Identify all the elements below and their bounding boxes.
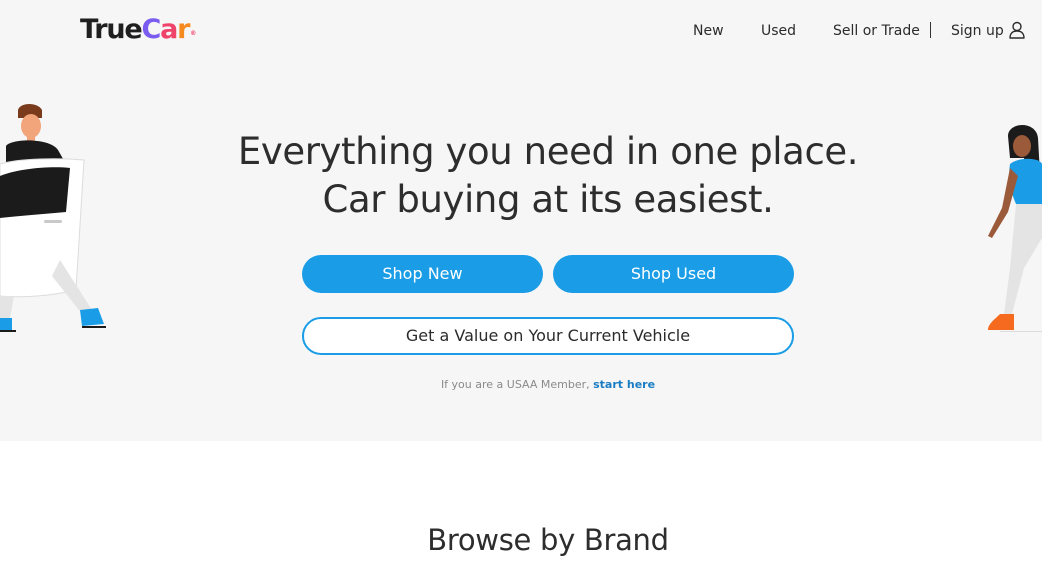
- headline-line-1: Everything you need in one place.: [237, 130, 859, 173]
- hero-section: TrueCar® New Used Sell or Trade Sign up: [0, 0, 1042, 441]
- nav-sign-up[interactable]: Sign up: [951, 20, 1004, 42]
- nav-new[interactable]: New: [693, 20, 724, 42]
- shop-used-button[interactable]: Shop Used: [553, 255, 794, 293]
- browse-by-brand-title: Browse by Brand: [427, 523, 669, 557]
- logo-r-letter: r: [177, 14, 190, 45]
- logo-registered-mark: ®: [190, 30, 196, 37]
- headline-line-2: Car buying at its easiest.: [322, 178, 774, 221]
- get-vehicle-value-button[interactable]: Get a Value on Your Current Vehicle: [302, 317, 794, 355]
- nav-used[interactable]: Used: [761, 20, 796, 42]
- logo-a-letter: a: [160, 14, 178, 45]
- nav-divider: [930, 22, 931, 38]
- man-with-car-door-illustration: [0, 104, 106, 332]
- logo-c-letter: C: [141, 14, 162, 45]
- woman-walking-illustration: [988, 125, 1042, 332]
- usaa-text: If you are a USAA Member,: [440, 378, 590, 391]
- usaa-start-here-link[interactable]: start here: [593, 378, 655, 391]
- truecar-logo[interactable]: TrueCar®: [80, 14, 196, 46]
- nav-sell-or-trade[interactable]: Sell or Trade: [833, 20, 920, 42]
- usaa-member-note: If you are a USAA Member, start here: [340, 378, 756, 392]
- user-icon[interactable]: [1008, 21, 1026, 39]
- hero-headline: Everything you need in one place. Car bu…: [180, 128, 916, 224]
- logo-true-text: True: [80, 14, 143, 45]
- shop-new-button[interactable]: Shop New: [302, 255, 543, 293]
